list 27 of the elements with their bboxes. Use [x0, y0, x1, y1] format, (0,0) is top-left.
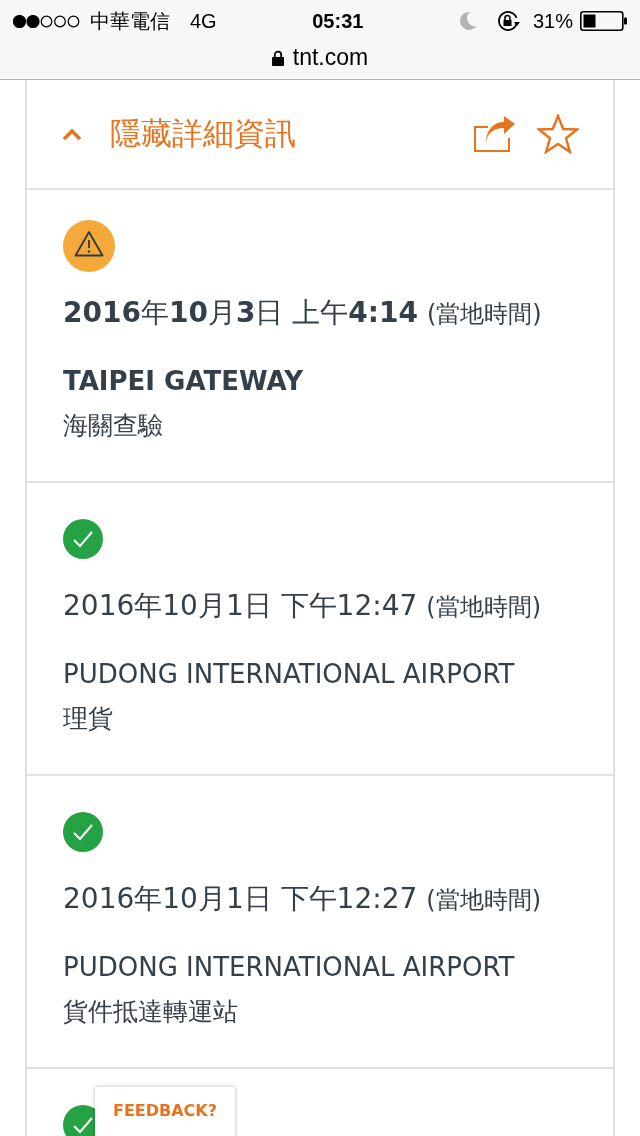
event-location: PUDONG INTERNATIONAL AIRPORT: [63, 951, 515, 984]
event-description: 海關查驗: [63, 410, 163, 442]
timezone-note: (當地時間): [426, 299, 542, 330]
hide-details-toggle[interactable]: 隱藏詳細資訊: [62, 113, 296, 155]
share-icon: [474, 116, 516, 152]
event-description: 理貨: [63, 703, 113, 735]
url-text[interactable]: tnt.com: [292, 44, 369, 71]
event-description: 貨件抵達轉運站: [63, 996, 238, 1028]
star-icon: [537, 114, 579, 154]
battery-percent: 31%: [532, 9, 573, 33]
network-type: 4G: [190, 9, 217, 33]
lock-icon: [271, 49, 284, 66]
battery-icon: [580, 11, 628, 31]
clock-time: 05:31: [312, 9, 364, 33]
event-datetime: 2016年10月1日 下午12:27: [63, 881, 418, 917]
moon-icon: [458, 11, 477, 31]
share-button[interactable]: [474, 116, 516, 152]
signal-dots-icon: [13, 14, 80, 28]
timezone-note: (當地時間): [426, 592, 542, 623]
timezone-note: (當地時間): [426, 885, 542, 916]
carrier-name: 中華電信: [90, 8, 170, 34]
event-location: TAIPEI GATEWAY: [63, 365, 303, 398]
event-location: PUDONG INTERNATIONAL AIRPORT: [63, 658, 515, 691]
rotation-lock-icon: [496, 10, 521, 32]
favorite-button[interactable]: [537, 114, 579, 154]
feedback-tab[interactable]: FEEDBACK?: [95, 1087, 235, 1136]
event-datetime: 2016年10月1日 下午12:47: [63, 588, 418, 624]
